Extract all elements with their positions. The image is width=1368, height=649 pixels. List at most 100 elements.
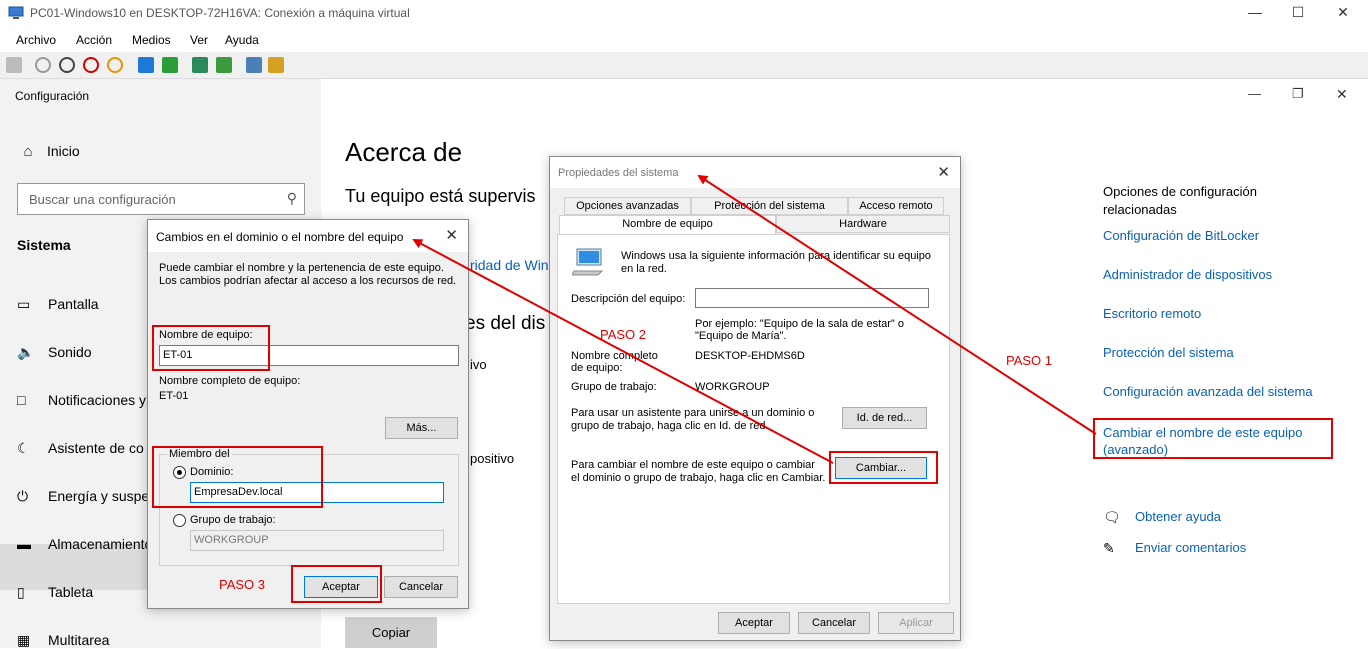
paso3-label: PASO 3 bbox=[219, 577, 266, 592]
sysprops-close-icon[interactable]: ✕ bbox=[937, 163, 950, 181]
start-icon[interactable] bbox=[35, 57, 51, 73]
paso2-label: PASO 2 bbox=[600, 327, 647, 342]
feedback-link[interactable]: Enviar comentarios bbox=[1135, 540, 1246, 555]
maximize-icon[interactable]: ☐ bbox=[1283, 4, 1313, 22]
full-name-value: ET-01 bbox=[159, 390, 189, 402]
tab-acceso-remoto[interactable]: Acceso remoto bbox=[848, 197, 944, 215]
guest-restore-icon[interactable]: ❐ bbox=[1292, 86, 1304, 102]
paso2-highlight bbox=[829, 451, 938, 484]
workgroup-field[interactable]: WORKGROUP bbox=[190, 530, 444, 551]
section-heading: Sistema bbox=[17, 237, 71, 253]
change-dialog-title: Cambios en el dominio o el nombre del eq… bbox=[156, 230, 404, 244]
sysprops-apply-button[interactable]: Aplicar bbox=[878, 612, 954, 634]
host-window-title: PC01-Windows10 en DESKTOP-72H16VA: Conex… bbox=[30, 6, 410, 20]
tab-proteccion-sistema[interactable]: Protección del sistema bbox=[691, 197, 848, 215]
close-icon[interactable]: ✕ bbox=[1328, 4, 1358, 22]
host-menubar: Archivo Acción Medios Ver Ayuda bbox=[0, 26, 1368, 52]
system-properties-dialog: Propiedades del sistema ✕ Opciones avanz… bbox=[549, 156, 961, 641]
guest-minimize-icon[interactable]: — bbox=[1248, 86, 1261, 101]
tab-opciones-avanzadas[interactable]: Opciones avanzadas bbox=[564, 197, 691, 215]
sysprops-titlebar: Propiedades del sistema ✕ bbox=[550, 157, 960, 188]
menu-medios[interactable]: Medios bbox=[132, 33, 171, 47]
fullname-label: Nombre completo de equipo: bbox=[571, 350, 658, 374]
host-titlebar: PC01-Windows10 en DESKTOP-72H16VA: Conex… bbox=[0, 0, 1368, 26]
search-input[interactable]: Buscar una configuración ⚲ bbox=[17, 183, 305, 215]
help-link[interactable]: Obtener ayuda bbox=[1135, 509, 1221, 524]
fullname-value: DESKTOP-EHDMS6D bbox=[695, 350, 805, 362]
more-button[interactable]: Más... bbox=[385, 417, 458, 439]
tab-nombre-equipo[interactable]: Nombre de equipo bbox=[559, 215, 776, 234]
security-link-partial[interactable]: ridad de Win bbox=[470, 257, 549, 273]
wizard-text: Para usar un asistente para unirse a un … bbox=[571, 407, 815, 432]
change-dialog-titlebar: Cambios en el dominio o el nombre del eq… bbox=[148, 220, 468, 252]
workgroup-radio[interactable] bbox=[173, 514, 186, 527]
focus-assist-icon: ☾ bbox=[17, 440, 30, 456]
workgroup-label: Grupo de trabajo: bbox=[190, 514, 276, 526]
search-icon: ⚲ bbox=[286, 190, 297, 206]
paso1-highlight bbox=[1093, 418, 1333, 459]
paso3-highlight bbox=[291, 565, 382, 603]
help-icon: 🗨 bbox=[1103, 509, 1121, 525]
ctrl-alt-del-icon[interactable] bbox=[6, 57, 22, 73]
enhanced-session-icon[interactable] bbox=[246, 57, 262, 73]
multitasking-icon: ▦ bbox=[17, 632, 31, 648]
sidebar-item-multitarea[interactable]: ▦ Multitarea bbox=[17, 632, 109, 649]
sidebar-item-tableta[interactable]: ▯ Tableta bbox=[17, 584, 93, 601]
sidebar-item-almacenamiento[interactable]: ▬ Almacenamiento bbox=[17, 536, 152, 552]
save-state-icon[interactable] bbox=[107, 57, 123, 73]
desc-label: Descripción del equipo: bbox=[571, 293, 686, 305]
home-icon: ⌂ bbox=[23, 143, 33, 160]
change-name-dialog: Cambios en el dominio o el nombre del eq… bbox=[147, 219, 469, 609]
system-protection-link[interactable]: Protección del sistema bbox=[1103, 345, 1234, 360]
copy-button[interactable]: Copiar bbox=[345, 617, 437, 648]
vm-connection-icon bbox=[8, 6, 24, 19]
guest-close-icon[interactable]: ✕ bbox=[1336, 86, 1348, 103]
resume-icon[interactable] bbox=[162, 57, 178, 73]
sysprops-title: Propiedades del sistema bbox=[558, 167, 679, 179]
menu-ver[interactable]: Ver bbox=[190, 33, 208, 47]
description-field[interactable] bbox=[695, 288, 929, 308]
sysprops-cancel-button[interactable]: Cancelar bbox=[798, 612, 870, 634]
change-cancel-button[interactable]: Cancelar bbox=[384, 576, 458, 598]
checkpoint-icon[interactable] bbox=[192, 57, 208, 73]
minimize-icon[interactable]: — bbox=[1240, 4, 1270, 22]
share-icon[interactable] bbox=[268, 57, 284, 73]
related-heading: Opciones de configuración relacionadas bbox=[1103, 184, 1257, 217]
bitlocker-link[interactable]: Configuración de BitLocker bbox=[1103, 228, 1259, 243]
menu-archivo[interactable]: Archivo bbox=[16, 33, 56, 47]
remote-desktop-link[interactable]: Escritorio remoto bbox=[1103, 306, 1201, 321]
app-title: Configuración bbox=[15, 89, 90, 103]
revert-icon[interactable] bbox=[216, 57, 232, 73]
tab-hardware[interactable]: Hardware bbox=[776, 215, 950, 233]
turn-off-icon[interactable] bbox=[59, 57, 75, 73]
sysprops-ok-button[interactable]: Aceptar bbox=[718, 612, 790, 634]
workgroup-label: Grupo de trabajo: bbox=[571, 381, 657, 393]
example-text: Por ejemplo: "Equipo de la sala de estar… bbox=[695, 318, 904, 342]
sidebar-item-notificaciones[interactable]: □ Notificaciones y bbox=[17, 392, 146, 408]
power-icon: ⏻ bbox=[17, 488, 29, 504]
computer-icon bbox=[572, 248, 604, 276]
network-id-button[interactable]: Id. de red... bbox=[842, 407, 927, 429]
menu-accion[interactable]: Acción bbox=[76, 33, 112, 47]
display-icon: ▭ bbox=[17, 296, 31, 312]
device-specs-heading-partial: es del dis bbox=[465, 313, 546, 334]
pause-icon[interactable] bbox=[138, 57, 154, 73]
domain-highlight bbox=[152, 446, 323, 508]
page-subtitle: Tu equipo está supervis bbox=[345, 186, 536, 206]
change-dialog-close-icon[interactable]: ✕ bbox=[445, 226, 458, 244]
sysprops-intro: Windows usa la siguiente información par… bbox=[621, 250, 932, 275]
sound-icon: 🔈 bbox=[17, 344, 35, 360]
advanced-system-link[interactable]: Configuración avanzada del sistema bbox=[1103, 384, 1313, 399]
page-title: Acerca de bbox=[345, 137, 463, 167]
shutdown-icon[interactable] bbox=[83, 57, 99, 73]
sidebar-item-inicio[interactable]: ⌂ Inicio bbox=[17, 143, 79, 160]
tablet-icon: ▯ bbox=[17, 584, 25, 600]
storage-icon: ▬ bbox=[17, 536, 31, 552]
sidebar-item-asistente[interactable]: ☾ Asistente de co bbox=[17, 440, 144, 457]
sidebar-item-pantalla[interactable]: ▭ Pantalla bbox=[17, 296, 99, 313]
device-manager-link[interactable]: Administrador de dispositivos bbox=[1103, 267, 1272, 282]
sidebar-item-energia[interactable]: ⏻ Energía y suspe bbox=[17, 488, 149, 505]
sidebar-item-sonido[interactable]: 🔈 Sonido bbox=[17, 344, 92, 361]
host-toolbar bbox=[0, 52, 1368, 79]
menu-ayuda[interactable]: Ayuda bbox=[225, 33, 259, 47]
